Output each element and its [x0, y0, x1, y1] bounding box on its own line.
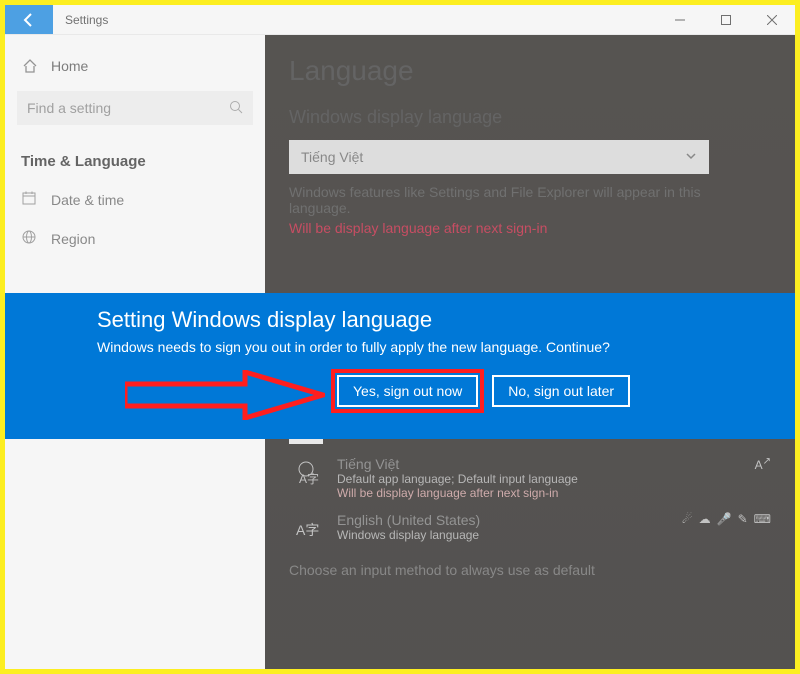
dialog-message: Windows needs to sign you out in order t…: [97, 339, 795, 355]
window-title: Settings: [53, 5, 657, 34]
tts-icon: A↗: [755, 456, 771, 472]
footer-text: Choose an input method to always use as …: [289, 562, 709, 578]
search-icon: [229, 100, 243, 117]
language-feature-icons: A↗: [755, 456, 771, 472]
close-button[interactable]: [749, 5, 795, 34]
titlebar: Settings: [5, 5, 795, 35]
sidebar-item-datetime[interactable]: Date & time: [5, 180, 265, 219]
language-glyph-icon: A字: [289, 512, 323, 546]
language-item-english[interactable]: A字 English (United States) Windows displ…: [289, 512, 771, 546]
tts-icon: ☁: [699, 512, 711, 526]
display-icon: ☄: [682, 512, 693, 526]
language-item-vietnamese[interactable]: A字 Tiếng Việt Default app language; Defa…: [289, 456, 771, 500]
display-language-dropdown[interactable]: Tiếng Việt: [289, 140, 709, 174]
no-signout-button[interactable]: No, sign out later: [492, 375, 630, 407]
language-name: English (United States): [337, 512, 480, 528]
svg-text:A字: A字: [296, 522, 319, 538]
minimize-button[interactable]: [657, 5, 703, 34]
svg-text:A字: A字: [299, 471, 319, 486]
handwriting-icon: ✎: [738, 512, 748, 526]
dropdown-value: Tiếng Việt: [301, 149, 363, 165]
language-subtitle: Default app language; Default input lang…: [337, 472, 578, 486]
display-language-warning: Will be display language after next sign…: [289, 220, 771, 236]
globe-icon: [21, 229, 37, 248]
page-title: Language: [289, 55, 771, 87]
sidebar-item-label: Region: [51, 231, 95, 247]
search-input[interactable]: Find a setting: [17, 91, 253, 125]
language-glyph-icon: A字: [289, 456, 323, 490]
chevron-down-icon: [685, 149, 697, 165]
back-button[interactable]: [5, 5, 53, 34]
annotation-arrow: [125, 370, 325, 420]
sidebar-home-label: Home: [51, 58, 88, 74]
settings-window: Settings Home Find a setting: [5, 5, 795, 669]
calendar-icon: [21, 190, 37, 209]
language-name: Tiếng Việt: [337, 456, 578, 472]
yes-signout-button[interactable]: Yes, sign out now: [337, 375, 478, 407]
home-icon: [21, 57, 39, 75]
maximize-button[interactable]: [703, 5, 749, 34]
language-warning: Will be display language after next sign…: [337, 486, 578, 500]
display-language-desc: Windows features like Settings and File …: [289, 184, 709, 216]
section-display-language: Windows display language: [289, 107, 771, 128]
search-placeholder: Find a setting: [27, 100, 229, 116]
sidebar-item-label: Date & time: [51, 192, 124, 208]
sidebar-item-region[interactable]: Region: [5, 219, 265, 258]
keyboard-icon: ⌨: [754, 512, 771, 526]
signout-dialog: Setting Windows display language Windows…: [5, 293, 795, 439]
sidebar-home[interactable]: Home: [5, 47, 265, 85]
language-feature-icons: ☄ ☁ 🎤 ✎ ⌨: [682, 512, 771, 526]
speech-icon: 🎤: [717, 512, 732, 526]
language-subtitle: Windows display language: [337, 528, 480, 542]
sidebar-heading: Time & Language: [5, 135, 265, 180]
dialog-title: Setting Windows display language: [97, 307, 795, 333]
